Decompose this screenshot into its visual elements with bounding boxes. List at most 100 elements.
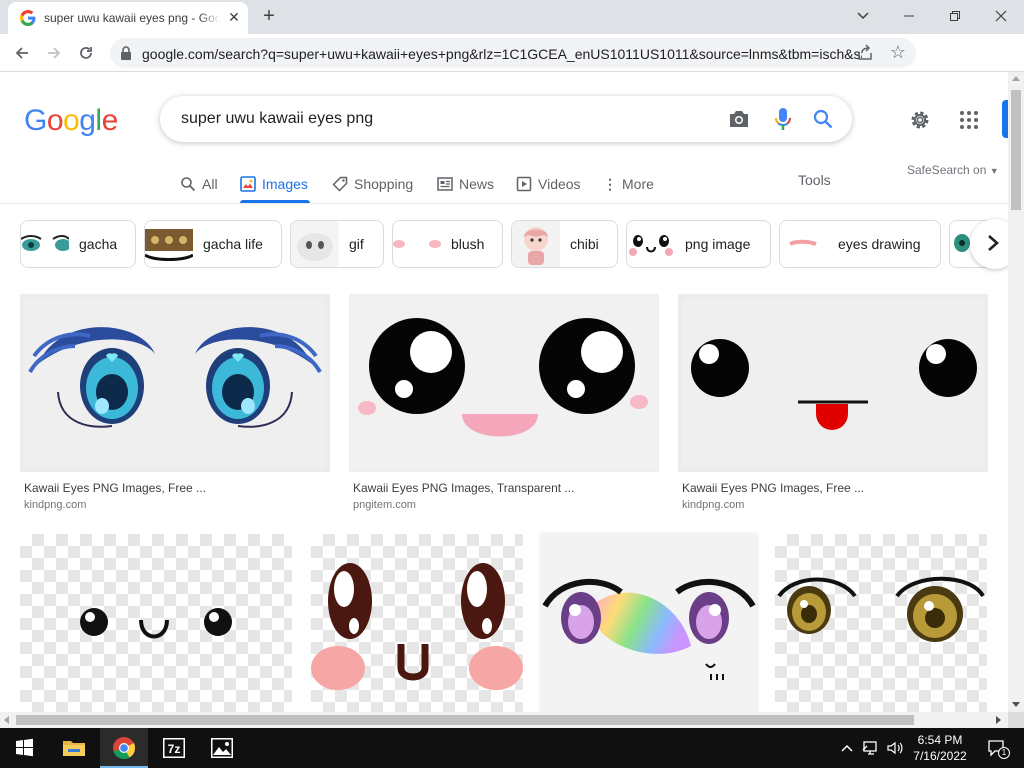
image-result[interactable]: Kawaii Eyes PNG Images, Free ... kindpng… [20,294,330,514]
result-thumbnail[interactable] [20,294,330,472]
url-text[interactable]: google.com/search?q=super+uwu+kawaii+eye… [142,46,862,62]
address-bar[interactable]: google.com/search?q=super+uwu+kawaii+eye… [110,38,916,68]
chip-label: chibi [570,236,599,252]
scrollbar-thumb[interactable] [16,715,914,725]
reload-button[interactable] [74,41,98,65]
back-button[interactable] [10,41,34,65]
chip-png-image[interactable]: png image [626,220,771,268]
chip-label: png image [685,236,751,252]
forward-button[interactable] [42,41,66,65]
google-logo[interactable]: Google [24,104,118,138]
tab-all[interactable]: All [180,166,218,202]
chip-eyes-drawing[interactable]: eyes drawing [779,220,941,268]
scroll-left-arrow-icon[interactable] [4,716,9,724]
scroll-up-arrow-icon[interactable] [1012,76,1020,81]
chip-thumbnail [627,221,675,267]
gear-icon[interactable] [908,108,932,132]
result-thumbnail[interactable] [20,534,292,712]
image-result[interactable] [541,534,757,712]
chip-label: blush [451,236,485,252]
browser-toolbar: google.com/search?q=super+uwu+kawaii+eye… [0,34,1024,97]
file-explorer-icon[interactable] [50,728,98,768]
tab-more[interactable]: ⋮ More [603,166,654,202]
tab-label: News [459,176,495,192]
chip-gif[interactable]: gif [290,220,384,268]
new-tab-button[interactable]: + [258,6,280,28]
windows-start-button[interactable] [0,728,48,768]
volume-icon[interactable] [886,739,904,757]
chip-label: gacha [79,236,118,252]
search-icon[interactable] [812,108,834,130]
result-thumbnail[interactable] [541,534,757,712]
action-center-button[interactable]: 1 [984,739,1010,759]
share-icon[interactable] [856,44,874,62]
chip-label: gacha life [203,236,263,252]
safesearch-toggle[interactable]: SafeSearch on ▼ [907,163,999,177]
image-result[interactable] [775,534,987,712]
tab-search-chevron-icon[interactable] [848,4,878,28]
horizontal-scrollbar[interactable] [0,712,1008,728]
search-box[interactable]: super uwu kawaii eyes png [160,96,852,142]
tools-button[interactable]: Tools [798,172,831,188]
tab-shopping[interactable]: Shopping [332,166,413,202]
close-window-button[interactable] [986,4,1016,28]
result-thumbnail[interactable] [349,294,659,472]
scroll-right-arrow-icon[interactable] [996,716,1001,724]
image-result[interactable] [20,534,292,712]
result-source[interactable]: pngitem.com [353,499,416,511]
image-result[interactable]: Kawaii Eyes PNG Images, Free ... kindpng… [678,294,988,514]
apps-grid-icon[interactable] [960,111,978,129]
result-title[interactable]: Kawaii Eyes PNG Images, Transparent ... [353,481,574,495]
chip-gacha[interactable]: gacha [20,220,136,268]
result-source[interactable]: kindpng.com [24,499,86,511]
bookmark-star-icon[interactable]: ☆ [888,42,908,62]
tab-label: More [622,176,654,192]
logo-letter: o [63,104,80,137]
camera-icon[interactable] [728,109,750,129]
caret-down-icon: ▼ [989,166,999,176]
result-title[interactable]: Kawaii Eyes PNG Images, Free ... [682,481,864,495]
scrollbar-thumb[interactable] [1011,90,1021,210]
tab-images[interactable]: Images [240,166,310,203]
chevron-up-icon[interactable] [838,739,856,757]
close-tab-icon[interactable]: ✕ [226,9,242,25]
image-result[interactable]: Kawaii Eyes PNG Images, Transparent ... … [349,294,659,514]
result-thumbnail[interactable] [311,534,523,712]
news-icon [437,177,453,191]
tab-news[interactable]: News [437,166,494,202]
logo-letter: G [24,104,47,137]
vertical-scrollbar[interactable] [1008,72,1024,712]
result-thumbnail[interactable] [678,294,988,472]
tab-title: super uwu kawaii eyes png - Google Searc… [44,11,220,25]
minimize-button[interactable] [894,4,924,28]
google-favicon-icon [20,10,36,26]
tab-label: Images [262,176,308,192]
logo-letter: g [79,104,96,137]
scrollbar-corner [1008,712,1024,728]
browser-tab[interactable]: super uwu kawaii eyes png - Google Searc… [8,2,248,34]
chip-thumbnail [512,221,560,267]
result-thumbnail[interactable] [775,534,987,712]
chip-chibi[interactable]: chibi [511,220,618,268]
result-title[interactable]: Kawaii Eyes PNG Images, Free ... [24,481,206,495]
scroll-down-arrow-icon[interactable] [1012,702,1020,707]
system-clock[interactable]: 6:54 PM 7/16/2022 [910,732,970,764]
image-result[interactable] [311,534,523,712]
chrome-taskbar-icon[interactable] [100,728,148,768]
7zip-icon[interactable]: 7z [150,728,198,768]
chip-thumbnail [145,221,193,267]
logo-letter: e [101,104,119,137]
search-input[interactable]: super uwu kawaii eyes png [181,110,373,128]
microphone-icon[interactable] [774,107,792,131]
lock-icon[interactable] [120,46,132,60]
restore-button[interactable] [940,4,970,28]
tab-videos[interactable]: Videos [516,166,581,202]
photos-app-icon[interactable] [198,728,246,768]
tab-label: Shopping [354,176,414,192]
tab-label: All [202,176,218,192]
network-icon[interactable] [862,739,880,757]
chip-gacha-life[interactable]: gacha life [144,220,282,268]
result-source[interactable]: kindpng.com [682,499,744,511]
divider [0,203,1008,204]
chip-blush[interactable]: blush [392,220,503,268]
